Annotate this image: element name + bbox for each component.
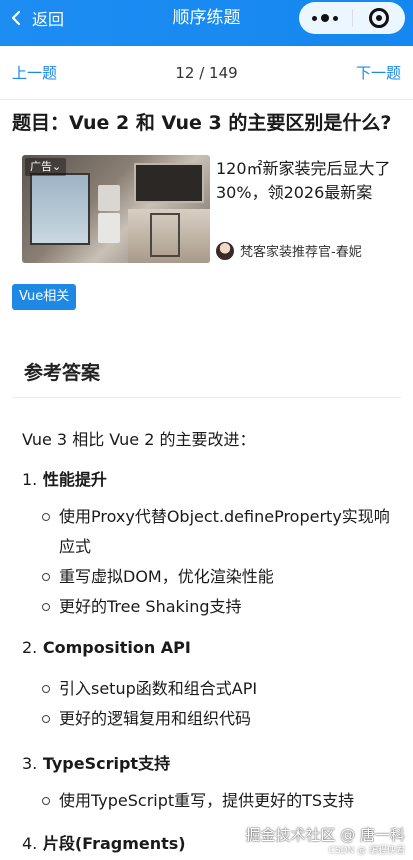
bullet-icon bbox=[42, 513, 50, 521]
avatar bbox=[216, 241, 234, 260]
ad-headline[interactable]: 120㎡新家装完后显大了30%，领2026最新案 bbox=[216, 157, 400, 205]
section-heading: 2. Composition API bbox=[22, 638, 191, 657]
ad-image[interactable]: 广告⌄ bbox=[22, 155, 210, 263]
question-counter: 12 / 149 bbox=[175, 63, 238, 82]
bullet-icon bbox=[42, 603, 50, 611]
answer-heading: 参考答案 bbox=[24, 362, 101, 384]
watermark: 掘金技术社区 @ 唐一科 bbox=[245, 826, 405, 844]
ad-badge[interactable]: 广告⌄ bbox=[25, 158, 67, 176]
watermark-sub: CSDN @ 编程侠君 bbox=[328, 846, 405, 856]
answer-intro: Vue 3 相比 Vue 2 的主要改进： bbox=[22, 430, 256, 449]
category-tag[interactable]: Vue相关 bbox=[12, 284, 77, 310]
back-button[interactable]: 返回 bbox=[8, 0, 64, 36]
ad-author-name: 梵客家装推荐官-春妮 bbox=[240, 245, 362, 260]
more-dots-icon bbox=[312, 15, 318, 21]
section-heading: 3. TypeScript支持 bbox=[22, 754, 171, 773]
next-question-button[interactable]: 下一题 bbox=[356, 62, 401, 83]
bullet-icon bbox=[42, 797, 50, 805]
question-title: 题目：Vue 2 和 Vue 3 的主要区别是什么? bbox=[12, 112, 392, 134]
ad-card[interactable]: 广告⌄ 120㎡新家装完后显大了30%，领2026最新案 梵客家装推荐官-春妮 bbox=[22, 155, 402, 265]
chevron-left-icon bbox=[11, 10, 21, 26]
navbar: 返回 顺序练题 bbox=[0, 0, 413, 46]
back-label: 返回 bbox=[32, 10, 65, 29]
bullet-icon bbox=[42, 573, 50, 581]
prev-question-button[interactable]: 上一题 bbox=[12, 62, 57, 83]
close-miniprogram-button[interactable] bbox=[352, 2, 405, 34]
section-heading: 1. 性能提升 bbox=[22, 470, 107, 489]
question-pager: 上一题 12 / 149 下一题 bbox=[0, 46, 413, 100]
answer-header: 参考答案 bbox=[12, 342, 401, 398]
section-heading: 4. 片段(Fragments) bbox=[22, 834, 186, 853]
bullet-icon bbox=[42, 685, 50, 693]
more-menu-button[interactable] bbox=[299, 2, 352, 34]
bullet-icon bbox=[42, 715, 50, 723]
ad-author[interactable]: 梵客家装推荐官-春妮 bbox=[216, 241, 362, 260]
miniprogram-capsule bbox=[299, 2, 405, 34]
close-circle-icon bbox=[368, 8, 389, 28]
